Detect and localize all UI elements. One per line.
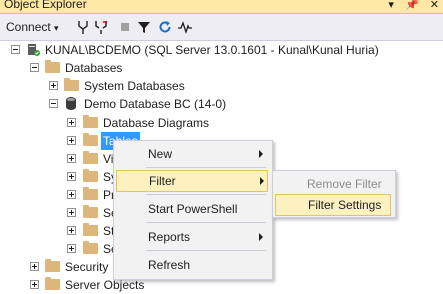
expand-icon[interactable] (67, 136, 76, 145)
folder-icon (83, 223, 98, 236)
submenu-arrow-icon (260, 177, 264, 185)
collapse-icon[interactable] (49, 99, 58, 108)
dropdown-icon[interactable]: ▾ (388, 0, 394, 11)
menu-item-start-powershell[interactable]: Start PowerShell (116, 198, 268, 220)
pin-icon[interactable]: 📌 (405, 0, 419, 11)
expand-icon[interactable] (67, 208, 76, 217)
folder-icon (83, 151, 98, 164)
menu-label-filter-settings: Filter Settings (308, 198, 382, 212)
connect-button[interactable]: Connect ▾ (6, 19, 59, 35)
object-explorer-titlebar: Object Explorer ▾ 📌 ✕ (0, 0, 443, 14)
folder-icon (83, 205, 98, 218)
context-menu: New Filter Start PowerShell Reports Refr… (113, 140, 273, 280)
disconnect-icon[interactable] (93, 19, 109, 35)
expand-icon[interactable] (30, 280, 39, 289)
menu-item-filter-settings[interactable]: Filter Settings (275, 194, 391, 216)
collapse-icon[interactable] (30, 63, 39, 72)
database-icon (66, 97, 76, 110)
expand-icon[interactable] (67, 244, 76, 253)
database-diagrams-label: Database Diagrams (103, 116, 210, 130)
menu-separator (146, 250, 266, 251)
filter-submenu: Remove Filter Filter Settings (272, 170, 396, 218)
submenu-arrow-icon (259, 233, 263, 241)
system-databases-label: System Databases (84, 79, 185, 93)
menu-item-new[interactable]: New (116, 143, 268, 165)
expand-icon[interactable] (67, 154, 76, 163)
close-icon[interactable]: ✕ (430, 0, 439, 11)
activity-monitor-icon[interactable] (177, 19, 193, 35)
folder-icon (83, 115, 98, 128)
window-title: Object Explorer (4, 0, 87, 11)
menu-item-reports[interactable]: Reports (116, 226, 268, 248)
databases-label: Databases (65, 61, 123, 75)
expand-icon[interactable] (49, 81, 58, 90)
folder-icon (83, 133, 98, 146)
menu-label-new: New (148, 147, 173, 161)
views-label: Vi (103, 152, 114, 166)
title-icons: ▾ 📌 ✕ (380, 0, 439, 11)
expand-icon[interactable] (67, 172, 76, 181)
menu-separator (146, 194, 266, 195)
refresh-icon[interactable] (157, 19, 173, 35)
folder-icon (45, 60, 60, 73)
menu-label-refresh: Refresh (148, 258, 191, 272)
menu-item-remove-filter: Remove Filter (275, 173, 391, 195)
folder-icon (64, 78, 79, 91)
folder-icon (45, 259, 60, 272)
toolbar: Connect ▾ (0, 14, 443, 41)
menu-label-filter: Filter (149, 174, 176, 188)
folder-icon (83, 241, 98, 254)
menu-label-remove-filter: Remove Filter (307, 177, 382, 191)
menu-separator (146, 222, 266, 223)
menu-item-refresh[interactable]: Refresh (116, 254, 268, 276)
menu-label-start-powershell: Start PowerShell (148, 202, 238, 216)
collapse-icon[interactable] (11, 45, 20, 54)
chevron-down-icon: ▾ (54, 23, 59, 33)
folder-icon (83, 169, 98, 182)
expand-icon[interactable] (67, 118, 76, 127)
server-icon (28, 44, 40, 56)
filter-icon[interactable] (136, 19, 152, 35)
menu-label-reports: Reports (148, 230, 191, 244)
folder-icon (45, 277, 60, 290)
connect-label: Connect (6, 20, 51, 34)
connect-icon[interactable] (75, 19, 91, 35)
expand-icon[interactable] (67, 226, 76, 235)
expand-icon[interactable] (67, 190, 76, 199)
menu-item-filter[interactable]: Filter (116, 170, 268, 192)
security-label: Security (65, 260, 109, 274)
server-label: KUNAL\BCDEMO (SQL Server 13.0.1601 - Kun… (45, 43, 379, 57)
folder-icon (83, 187, 98, 200)
demo-database-label: Demo Database BC (14-0) (84, 97, 227, 111)
submenu-arrow-icon (259, 150, 263, 158)
expand-icon[interactable] (30, 262, 39, 271)
stop-icon[interactable] (117, 19, 133, 35)
menu-separator (146, 167, 266, 168)
